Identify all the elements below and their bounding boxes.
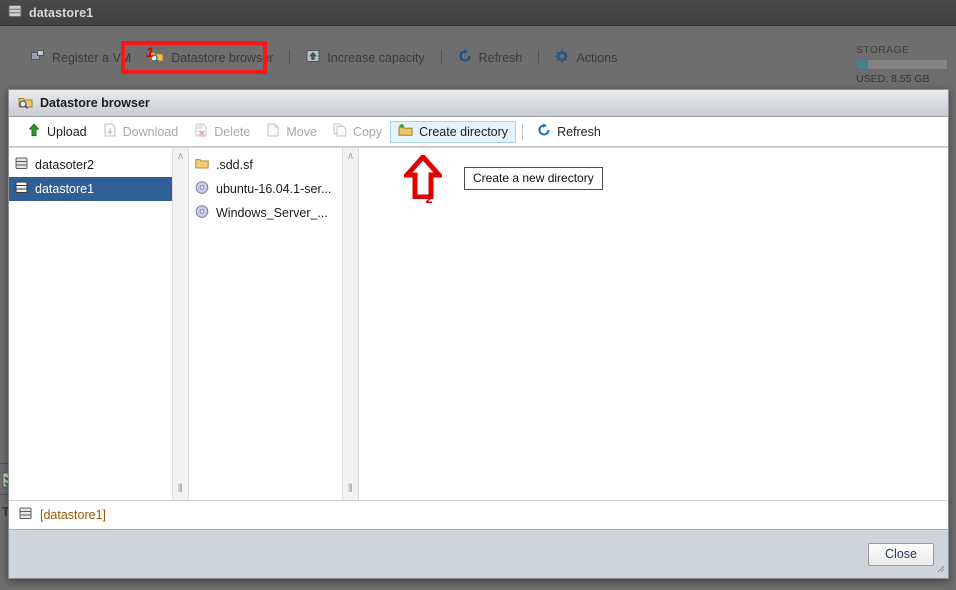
list-item-label: .sdd.sf <box>216 158 253 172</box>
copy-label: Copy <box>352 124 383 139</box>
list-item[interactable]: datasoter2 <box>9 153 172 177</box>
list-item-label: datastore1 <box>35 182 95 196</box>
iso-icon <box>195 205 209 221</box>
register-vm-icon <box>31 49 45 66</box>
splitter-files[interactable]: ∧ ⦀ <box>342 148 359 500</box>
resize-grip-icon[interactable] <box>936 564 945 575</box>
move-button[interactable]: Move <box>258 121 325 143</box>
move-icon <box>266 123 280 140</box>
toolbar-divider <box>289 50 291 65</box>
datastore-icon <box>15 181 28 197</box>
datastore-browser-icon <box>149 49 164 66</box>
copy-button[interactable]: Copy <box>325 121 390 143</box>
create-directory-label: Create directory <box>419 124 509 139</box>
datastore-browser-button[interactable]: Datastore browser <box>140 46 282 69</box>
current-path-label: [datastore1] <box>40 508 107 522</box>
chevron-up-icon[interactable]: ∧ <box>173 152 188 162</box>
dialog-title: Datastore browser <box>40 96 150 110</box>
upload-icon <box>27 123 41 140</box>
list-item-label: ubuntu-16.04.1-ser... <box>216 182 332 196</box>
list-item[interactable]: ubuntu-16.04.1-ser... <box>189 177 342 201</box>
download-icon <box>103 123 117 140</box>
splitter-datastores[interactable]: ∧ ⦀ <box>172 148 189 500</box>
copy-icon <box>333 123 347 140</box>
create-directory-tooltip: Create a new directory <box>464 167 603 190</box>
page-titlebar: datastore1 <box>0 0 956 26</box>
list-item[interactable]: Windows_Server_... <box>189 201 342 225</box>
datastore-browser-dialog: Datastore browser Upload Download Delete… <box>8 89 949 579</box>
increase-capacity-icon <box>306 49 320 66</box>
iso-icon <box>195 181 209 197</box>
dialog-footer: Close <box>9 530 948 578</box>
chevron-up-icon[interactable]: ∧ <box>343 152 358 162</box>
storage-label: STORAGE <box>856 44 910 56</box>
delete-icon <box>194 123 208 140</box>
actions-button[interactable]: Actions <box>546 46 626 69</box>
increase-capacity-button[interactable]: Increase capacity <box>297 46 433 69</box>
datastore-icon <box>8 4 22 21</box>
delete-label: Delete <box>214 124 251 139</box>
toolbar-divider <box>440 50 442 65</box>
upload-button[interactable]: Upload <box>19 121 95 143</box>
download-button[interactable]: Download <box>95 121 187 143</box>
refresh-button[interactable]: Refresh <box>449 46 532 69</box>
dialog-titlebar: Datastore browser <box>9 90 948 117</box>
move-label: Move <box>286 124 317 139</box>
upload-label: Upload <box>47 124 87 139</box>
datastore-browser-label: Datastore browser <box>171 50 274 65</box>
register-vm-label: Register a VM <box>52 50 132 65</box>
storage-usage-bar <box>856 59 948 70</box>
dialog-toolbar: Upload Download Delete Move Copy Create … <box>9 117 948 147</box>
datastore-browser-icon <box>18 95 33 112</box>
close-button[interactable]: Close <box>868 542 934 566</box>
storage-widget: STORAGE USED: 8.55 GB <box>856 44 948 85</box>
folder-icon <box>195 157 209 173</box>
datastore-list-pane: datasoter2 datastore1 <box>9 148 172 500</box>
gear-icon <box>555 49 570 66</box>
splitter-grip[interactable]: ⦀ <box>343 484 358 495</box>
list-item[interactable]: datastore1 <box>9 177 172 201</box>
register-vm-button[interactable]: Register a VM <box>22 46 140 69</box>
list-item-label: datasoter2 <box>35 158 95 172</box>
refresh-icon <box>458 49 472 66</box>
toolbar-divider <box>538 50 540 65</box>
dialog-body: datasoter2 datastore1 ∧ ⦀ .sdd.sf ubuntu… <box>9 148 948 500</box>
increase-capacity-label: Increase capacity <box>327 50 425 65</box>
delete-button[interactable]: Delete <box>186 121 258 143</box>
dialog-status-bar: [datastore1] <box>9 500 948 530</box>
dialog-refresh-button[interactable]: Refresh <box>529 121 609 143</box>
file-list-pane: .sdd.sf ubuntu-16.04.1-ser... Windows_Se… <box>189 148 342 500</box>
refresh-icon <box>537 123 551 140</box>
datastore-icon <box>15 157 28 173</box>
list-item-label: Windows_Server_... <box>216 206 328 220</box>
file-detail-pane <box>359 148 948 500</box>
new-folder-icon <box>398 123 413 140</box>
actions-label: Actions <box>576 50 618 65</box>
page-toolbar: Register a VM Datastore browser Increase <box>0 27 956 88</box>
page-title: datastore1 <box>29 5 94 20</box>
refresh-label: Refresh <box>478 50 523 65</box>
storage-used-label: USED: 8.55 GB <box>856 73 930 85</box>
create-directory-button[interactable]: Create directory <box>390 120 517 143</box>
datastore-icon <box>19 507 32 523</box>
download-label: Download <box>122 124 179 139</box>
dialog-refresh-label: Refresh <box>557 124 601 139</box>
toolbar-divider <box>522 123 524 140</box>
list-item[interactable]: .sdd.sf <box>189 153 342 177</box>
storage-usage-fill <box>857 60 868 69</box>
splitter-grip[interactable]: ⦀ <box>173 484 188 495</box>
